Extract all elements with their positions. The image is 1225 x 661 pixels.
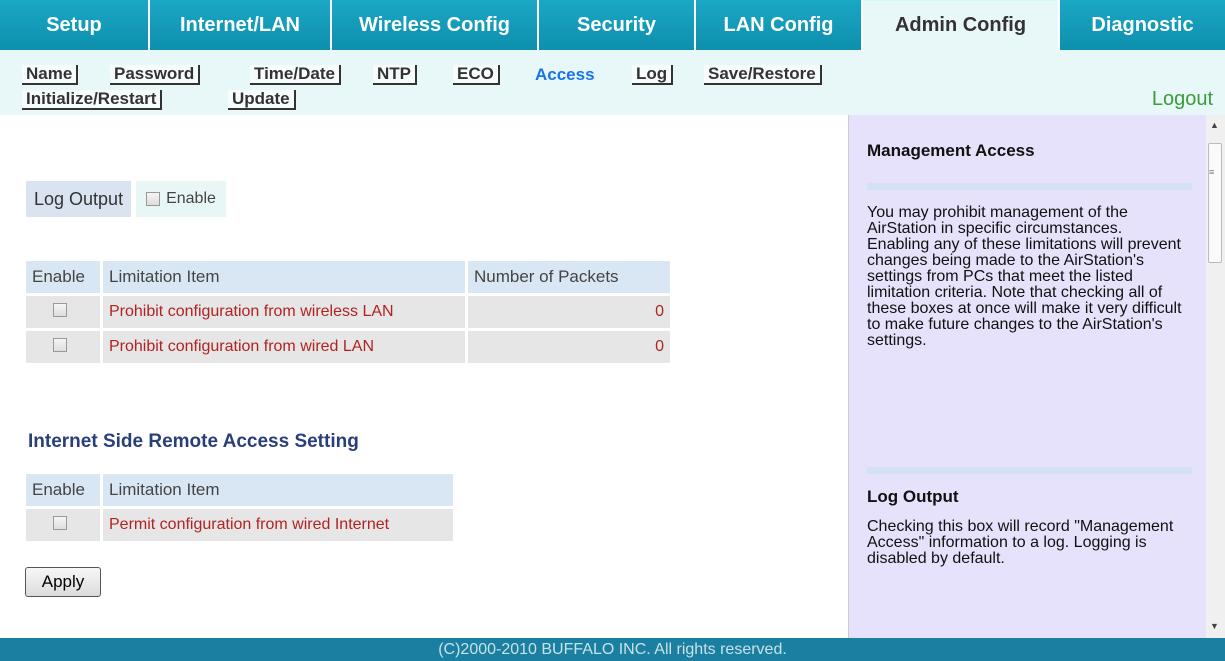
help-divider bbox=[867, 183, 1192, 190]
tab-internet-lan[interactable]: Internet/LAN bbox=[150, 0, 330, 50]
sub-nav: Name Password Time/Date NTP ECO Access L… bbox=[0, 50, 1225, 115]
header-limitation-item: Limitation Item bbox=[103, 261, 465, 293]
help-divider bbox=[867, 467, 1192, 474]
footer: (C)2000-2010 BUFFALO INC. All rights res… bbox=[0, 638, 1225, 661]
header-enable: Enable bbox=[26, 261, 100, 293]
tab-admin-config[interactable]: Admin Config bbox=[863, 0, 1058, 50]
help-title-management-access: Management Access bbox=[867, 141, 1035, 160]
enable-cell bbox=[26, 509, 100, 541]
table-row: Permit configuration from wired Internet bbox=[26, 509, 453, 541]
enable-cell bbox=[26, 296, 100, 328]
tab-wireless-config[interactable]: Wireless Config bbox=[332, 0, 537, 50]
tab-label: Diagnostic bbox=[1091, 13, 1194, 36]
tab-label: Internet/LAN bbox=[180, 13, 300, 36]
limitation-table: Enable Limitation Item Number of Packets… bbox=[23, 258, 673, 366]
row-checkbox[interactable] bbox=[53, 302, 67, 317]
remote-access-table: Enable Limitation Item Permit configurat… bbox=[23, 471, 456, 544]
tab-label: LAN Config bbox=[723, 13, 834, 36]
logout-link[interactable]: Logout bbox=[1152, 88, 1213, 111]
limitation-item: Permit configuration from wired Internet bbox=[103, 509, 453, 541]
subtab-eco[interactable]: ECO bbox=[453, 64, 500, 85]
tab-label: Security bbox=[577, 13, 656, 36]
subtab-name[interactable]: Name bbox=[22, 64, 79, 85]
help-scrollbar[interactable]: ▲ ≡ ▼ bbox=[1206, 115, 1225, 638]
table-row: Prohibit configuration from wireless LAN… bbox=[26, 296, 670, 328]
log-output-section: Log Output Enable bbox=[26, 181, 226, 217]
copyright-text: (C)2000-2010 BUFFALO INC. All rights res… bbox=[438, 640, 787, 658]
header-number-of-packets: Number of Packets bbox=[468, 261, 670, 293]
row-checkbox[interactable] bbox=[53, 337, 67, 352]
log-output-enable-label: Enable bbox=[166, 190, 216, 207]
subtab-password[interactable]: Password bbox=[110, 64, 201, 85]
apply-button[interactable]: Apply bbox=[25, 567, 101, 597]
log-output-checkbox[interactable] bbox=[146, 192, 161, 206]
tab-setup[interactable]: Setup bbox=[0, 0, 148, 50]
header-limitation-item: Limitation Item bbox=[103, 474, 453, 506]
tab-label: Admin Config bbox=[894, 14, 1027, 36]
log-output-label: Log Output bbox=[26, 181, 132, 217]
scroll-grip-icon: ≡ bbox=[1209, 167, 1215, 177]
subtab-log[interactable]: Log bbox=[632, 64, 674, 85]
remote-access-heading: Internet Side Remote Access Setting bbox=[28, 431, 359, 452]
enable-cell bbox=[26, 331, 100, 363]
limitation-item: Prohibit configuration from wired LAN bbox=[103, 331, 465, 363]
scroll-down-arrow-icon[interactable]: ▼ bbox=[1210, 621, 1219, 631]
tab-diagnostic[interactable]: Diagnostic bbox=[1060, 0, 1225, 50]
table-header-row: Enable Limitation Item Number of Packets bbox=[26, 261, 670, 293]
table-header-row: Enable Limitation Item bbox=[26, 474, 453, 506]
subtab-update[interactable]: Update bbox=[228, 89, 296, 110]
help-body-log-output: Checking this box will record "Managemen… bbox=[867, 518, 1174, 567]
subtab-initialize-restart[interactable]: Initialize/Restart bbox=[22, 89, 163, 110]
help-body-management-access: You may prohibit management of the AirSt… bbox=[867, 204, 1182, 349]
packet-count: 0 bbox=[468, 296, 670, 328]
tab-label: Wireless Config bbox=[359, 13, 510, 36]
subtab-time-date[interactable]: Time/Date bbox=[250, 64, 341, 85]
help-title-log-output: Log Output bbox=[867, 487, 959, 506]
packet-count: 0 bbox=[468, 331, 670, 363]
table-row: Prohibit configuration from wired LAN 0 bbox=[26, 331, 670, 363]
subtab-ntp[interactable]: NTP bbox=[373, 64, 417, 85]
scroll-up-arrow-icon[interactable]: ▲ bbox=[1210, 120, 1219, 130]
limitation-item: Prohibit configuration from wireless LAN bbox=[103, 296, 465, 328]
tab-security[interactable]: Security bbox=[539, 0, 694, 50]
top-nav: Setup Internet/LAN Wireless Config Secur… bbox=[0, 0, 1225, 50]
main-content: Log Output Enable Enable Limitation Item… bbox=[0, 115, 848, 638]
scroll-thumb[interactable] bbox=[1208, 143, 1222, 263]
log-output-value: Enable bbox=[136, 181, 226, 217]
subtab-access[interactable]: Access bbox=[531, 65, 599, 85]
row-checkbox[interactable] bbox=[53, 515, 67, 530]
help-panel: Management Access You may prohibit manag… bbox=[848, 115, 1206, 638]
subtab-save-restore[interactable]: Save/Restore bbox=[704, 64, 822, 85]
header-enable: Enable bbox=[26, 474, 100, 506]
tab-lan-config[interactable]: LAN Config bbox=[696, 0, 861, 50]
tab-label: Setup bbox=[46, 13, 102, 36]
